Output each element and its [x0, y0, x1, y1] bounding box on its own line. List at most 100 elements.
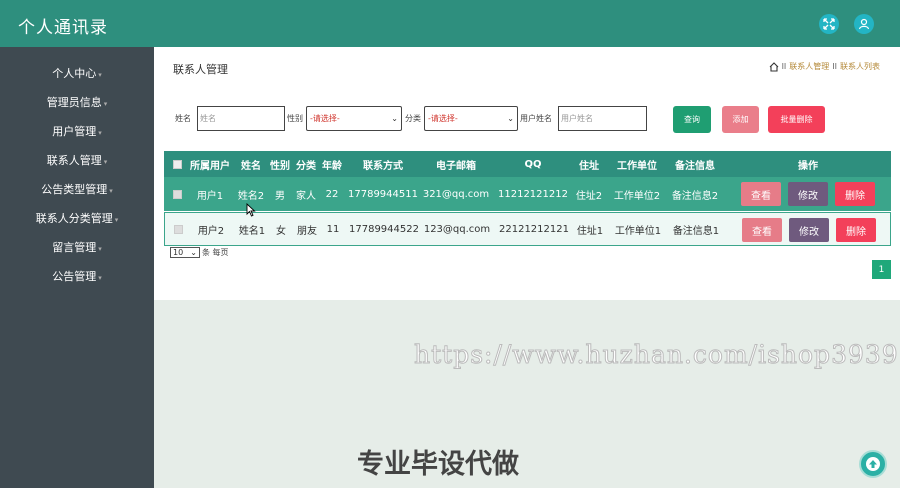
delete-button[interactable]: 删除: [835, 182, 875, 206]
table-row[interactable]: 用户2 姓名1 女 朋友 11 17789944522 123@qq.com 2…: [164, 212, 891, 246]
select-all-checkbox[interactable]: [172, 159, 182, 169]
row-checkbox[interactable]: [173, 224, 183, 234]
column-header: 性别: [270, 160, 290, 172]
view-button[interactable]: 查看: [741, 182, 781, 206]
column-header: 年龄: [322, 160, 342, 172]
sidebar-item-contact-category-mgmt[interactable]: 联系人分类管理 ▾: [0, 209, 154, 229]
chevron-down-icon: ▾: [103, 100, 108, 108]
table-cell: 备注信息1: [672, 225, 720, 237]
breadcrumb-separator: II: [832, 62, 837, 71]
sidebar-item-personal-center[interactable]: 个人中心 ▾: [0, 64, 154, 84]
column-header: 备注信息: [675, 160, 715, 172]
table-cell: 住址1: [576, 225, 604, 237]
delete-button[interactable]: 删除: [836, 218, 876, 242]
sidebar-item-label: 个人中心: [52, 67, 97, 80]
table-row[interactable]: 用户1 姓名2 男 家人 22 17789944511 321@qq.com 1…: [164, 177, 891, 211]
app-title: 个人通讯录: [18, 18, 108, 38]
table-cell: 17789944522: [349, 223, 419, 235]
column-header: 操作: [798, 160, 818, 172]
user-name-input[interactable]: 用户姓名: [558, 106, 647, 131]
column-header: 所属用户: [190, 160, 230, 172]
home-icon[interactable]: [769, 61, 779, 72]
table-cell: 朋友: [297, 225, 317, 237]
sidebar-item-label: 用户管理: [52, 125, 97, 138]
sidebar-item-label: 联系人分类管理: [35, 212, 113, 225]
scroll-to-top-button[interactable]: [859, 450, 887, 478]
breadcrumb-item[interactable]: 联系人管理: [789, 61, 829, 72]
sidebar-item-notice-type-mgmt[interactable]: 公告类型管理 ▾: [0, 180, 154, 200]
sidebar: 个人中心 ▾ 管理员信息 ▾ 用户管理 ▾ 联系人管理 ▾ 公告类型管理 ▾ 联系人分类管…: [0, 47, 154, 488]
chevron-down-icon: ▾: [98, 129, 102, 137]
table-cell: 姓名1: [238, 225, 266, 237]
sidebar-item-message-mgmt[interactable]: 留言管理 ▾: [0, 238, 154, 258]
column-header: 姓名: [241, 160, 261, 172]
sidebar-item-user-mgmt[interactable]: 用户管理 ▾: [0, 122, 154, 142]
batch-delete-button[interactable]: 批量删除: [768, 106, 825, 133]
table-cell: 123@qq.com: [423, 223, 491, 235]
column-header: 住址: [579, 160, 599, 172]
sidebar-item-label: 联系人管理: [46, 154, 102, 167]
column-header: QQ: [524, 158, 542, 170]
user-button[interactable]: [854, 14, 874, 34]
table-cell: 工作单位2: [613, 190, 661, 202]
sidebar-item-label: 留言管理: [52, 241, 97, 254]
sidebar-item-notice-mgmt[interactable]: 公告管理 ▾: [0, 267, 154, 287]
page-number-button[interactable]: 1: [872, 260, 891, 279]
main-panel: 联系人管理 II 联系人管理 II 联系人列表 姓名 姓名 性别 -请选择- ⌄…: [154, 47, 900, 300]
sidebar-item-label: 公告管理: [52, 270, 97, 283]
search-button[interactable]: 查询: [673, 106, 711, 133]
chevron-down-icon: ▾: [103, 158, 108, 166]
mouse-cursor-icon: [246, 203, 256, 217]
chevron-down-icon: ▾: [98, 245, 102, 253]
table-cell: 家人: [296, 190, 316, 202]
chevron-down-icon: ⌄: [190, 248, 197, 257]
view-button[interactable]: 查看: [742, 218, 782, 242]
sidebar-item-admin-info[interactable]: 管理员信息 ▾: [0, 93, 154, 113]
fullscreen-button[interactable]: [819, 14, 839, 34]
chevron-down-icon: ⌄: [391, 114, 398, 123]
category-select[interactable]: -请选择- ⌄: [424, 106, 518, 131]
user-icon: [858, 18, 870, 30]
category-select-value: -请选择-: [428, 114, 458, 123]
chevron-down-icon: ▾: [109, 187, 113, 195]
sidebar-item-contact-mgmt[interactable]: 联系人管理 ▾: [0, 151, 154, 171]
expand-icon: [823, 18, 835, 30]
breadcrumb-item[interactable]: 联系人列表: [840, 61, 880, 72]
page-size-select[interactable]: 10 ⌄: [170, 247, 200, 258]
column-header: 分类: [296, 160, 316, 172]
promo-text: 专业毕设代做: [357, 449, 519, 480]
row-checkbox[interactable]: [172, 189, 182, 199]
breadcrumb: II 联系人管理 II 联系人列表: [769, 61, 880, 72]
table-cell: 工作单位1: [614, 225, 662, 237]
name-input[interactable]: 姓名: [197, 106, 285, 131]
table-cell: 22121212121: [499, 223, 569, 235]
table-cell: 备注信息2: [671, 190, 719, 202]
gender-label: 性别: [287, 114, 303, 123]
column-header: 电子邮箱: [436, 160, 476, 172]
per-page-label: 条 每页: [202, 248, 229, 257]
chevron-down-icon: ▾: [114, 216, 119, 224]
table-cell: 11212121212: [498, 188, 568, 200]
edit-button[interactable]: 修改: [789, 218, 829, 242]
category-label: 分类: [405, 114, 421, 123]
breadcrumb-separator: II: [781, 62, 787, 71]
edit-button[interactable]: 修改: [788, 182, 828, 206]
gender-select[interactable]: -请选择- ⌄: [306, 106, 402, 131]
name-label: 姓名: [175, 114, 191, 123]
table-cell: 321@qq.com: [422, 188, 490, 200]
table-cell: 男: [275, 190, 285, 202]
chevron-down-icon: ▾: [98, 274, 102, 282]
table-cell: 22: [325, 188, 339, 200]
table-cell: 11: [326, 223, 340, 235]
gender-select-value: -请选择-: [310, 114, 340, 123]
arrow-up-icon: [866, 457, 880, 471]
column-header: 联系方式: [363, 160, 403, 172]
chevron-down-icon: ▾: [98, 71, 102, 79]
table-cell: 17789944511: [348, 188, 418, 200]
sidebar-item-label: 公告类型管理: [41, 183, 108, 196]
column-header: 工作单位: [617, 160, 657, 172]
top-bar: 个人通讯录: [0, 0, 900, 47]
table-cell: 用户2: [197, 225, 225, 237]
add-button[interactable]: 添加: [722, 106, 759, 133]
table-header: 所属用户 姓名 性别 分类 年龄 联系方式 电子邮箱 QQ 住址 工作单位 备注…: [164, 151, 891, 177]
